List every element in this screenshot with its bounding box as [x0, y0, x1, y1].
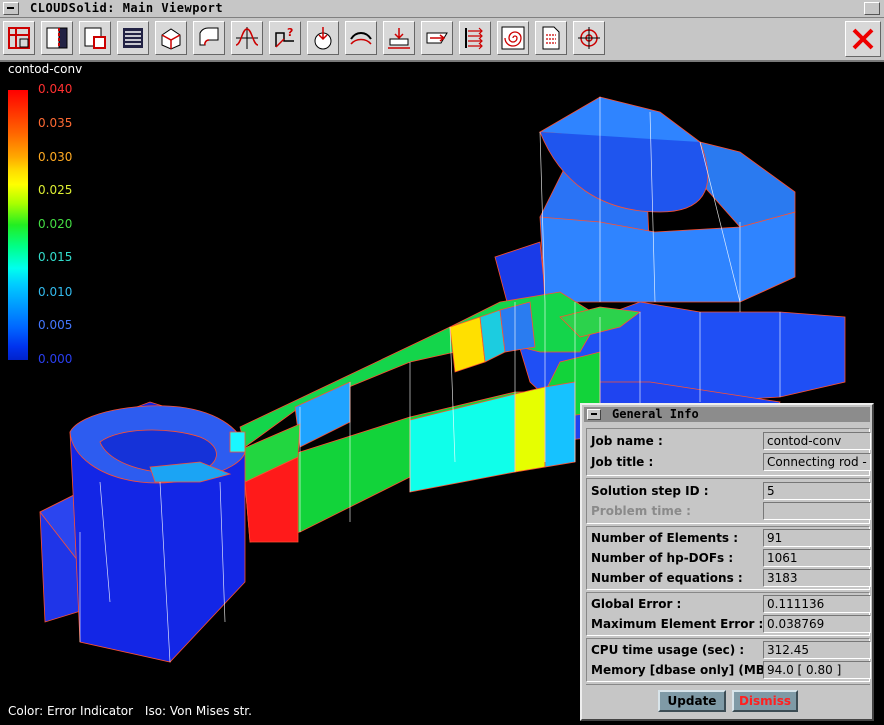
info-row-hp-dofs: Number of hp-DOFs : 1061 — [589, 549, 871, 567]
status-caption: Color: Error Indicator Iso: Von Mises st… — [8, 704, 252, 718]
curved-surface-icon[interactable] — [193, 21, 225, 55]
legend-tick-label: 0.020 — [38, 217, 73, 231]
job-name-field[interactable]: contod-conv — [763, 432, 871, 450]
solution-step-field[interactable]: 5 — [763, 482, 871, 500]
info-button-bar: Update Dismiss — [586, 684, 870, 718]
elements-label: Number of Elements : — [591, 531, 739, 545]
legend-tick-label: 0.035 — [38, 116, 73, 130]
resources-group: CPU time usage (sec) : 312.45 Memory [db… — [586, 638, 871, 682]
layers-list-icon[interactable] — [117, 21, 149, 55]
close-button[interactable] — [845, 21, 881, 57]
info-row-job-name: Job name : contod-conv — [589, 432, 871, 450]
job-group: Job name : contod-conv Job title : Conne… — [586, 428, 871, 476]
info-row-max-element-error: Maximum Element Error : 0.038769 — [589, 615, 871, 633]
error-group: Global Error : 0.111136 Maximum Element … — [586, 592, 871, 636]
elements-field[interactable]: 91 — [763, 529, 871, 547]
job-title-field[interactable]: Connecting rod - — [763, 453, 871, 471]
general-info-window: General Info Job name : contod-conv Job … — [580, 403, 874, 721]
info-row-memory: Memory [dbase only] (MB) : 94.0 [ 0.80 ] — [589, 661, 871, 679]
solution-group: Solution step ID : 5 Problem time : — [586, 478, 871, 524]
max-element-error-label: Maximum Element Error : — [591, 617, 764, 631]
info-row-solution-step: Solution step ID : 5 — [589, 482, 871, 500]
info-row-job-title: Job title : Connecting rod - — [589, 453, 871, 471]
legend-tick-label: 0.005 — [38, 318, 73, 332]
info-title-bar[interactable]: General Info — [584, 407, 870, 422]
legend-title: contod-conv — [8, 62, 83, 76]
edge-load-icon[interactable] — [421, 21, 453, 55]
document-icon[interactable] — [535, 21, 567, 55]
window-view-icon[interactable] — [79, 21, 111, 55]
info-row-cpu-time: CPU time usage (sec) : 312.45 — [589, 641, 871, 659]
job-title-label: Job title : — [591, 455, 654, 469]
close-icon — [852, 28, 874, 50]
distributed-load-icon[interactable] — [345, 21, 377, 55]
mesh-grid-icon[interactable] — [3, 21, 35, 55]
color-mode-label: Color: Error Indicator — [8, 704, 134, 718]
legend-colorbar — [8, 90, 28, 360]
spiral-icon[interactable] — [497, 21, 529, 55]
dismiss-button[interactable]: Dismiss — [732, 690, 798, 712]
info-row-global-error: Global Error : 0.111136 — [589, 595, 871, 613]
maximize-button[interactable] — [864, 2, 880, 15]
svg-text:?: ? — [287, 26, 293, 39]
section-view-icon[interactable] — [41, 21, 73, 55]
target-icon[interactable] — [573, 21, 605, 55]
cpu-time-field[interactable]: 312.45 — [763, 641, 871, 659]
job-name-label: Job name : — [591, 434, 663, 448]
info-row-elements: Number of Elements : 91 — [589, 529, 871, 547]
max-element-error-field[interactable]: 0.038769 — [763, 615, 871, 633]
window-title: CLOUDSolid: Main Viewport — [30, 1, 224, 15]
info-window-title: General Info — [612, 407, 699, 421]
equations-field[interactable]: 3183 — [763, 569, 871, 587]
hp-dofs-field[interactable]: 1061 — [763, 549, 871, 567]
hp-dofs-label: Number of hp-DOFs : — [591, 551, 734, 565]
iso-mode-label: Iso: Von Mises str. — [144, 704, 252, 718]
legend-tick-label: 0.030 — [38, 150, 73, 164]
problem-time-label: Problem time : — [591, 504, 691, 518]
memory-label: Memory [dbase only] (MB) : — [591, 663, 780, 677]
point-load-icon[interactable] — [307, 21, 339, 55]
legend-tick-label: 0.025 — [38, 183, 73, 197]
toolbar: ? — [0, 18, 884, 62]
mesh-group: Number of Elements : 91 Number of hp-DOF… — [586, 526, 871, 590]
3d-box-icon[interactable] — [155, 21, 187, 55]
solution-step-label: Solution step ID : — [591, 484, 709, 498]
equations-label: Number of equations : — [591, 571, 743, 585]
update-button[interactable]: Update — [658, 690, 726, 712]
global-error-label: Global Error : — [591, 597, 682, 611]
load-arrows-icon[interactable] — [459, 21, 491, 55]
window-menu-button[interactable] — [3, 2, 19, 15]
info-row-equations: Number of equations : 3183 — [589, 569, 871, 587]
info-window-menu-button[interactable] — [587, 409, 601, 420]
problem-time-field[interactable] — [763, 502, 871, 520]
support-icon[interactable] — [383, 21, 415, 55]
memory-field[interactable]: 94.0 [ 0.80 ] — [763, 661, 871, 679]
legend-tick-label: 0.015 — [38, 250, 73, 264]
legend-tick-label: 0.000 — [38, 352, 73, 366]
query-point-icon[interactable]: ? — [269, 21, 301, 55]
legend-tick-label: 0.040 — [38, 82, 73, 96]
cpu-time-label: CPU time usage (sec) : — [591, 643, 745, 657]
global-error-field[interactable]: 0.111136 — [763, 595, 871, 613]
legend-tick-label: 0.010 — [38, 285, 73, 299]
title-bar: CLOUDSolid: Main Viewport — [0, 0, 884, 18]
info-row-problem-time: Problem time : — [589, 502, 871, 520]
curve-plot-icon[interactable] — [231, 21, 263, 55]
